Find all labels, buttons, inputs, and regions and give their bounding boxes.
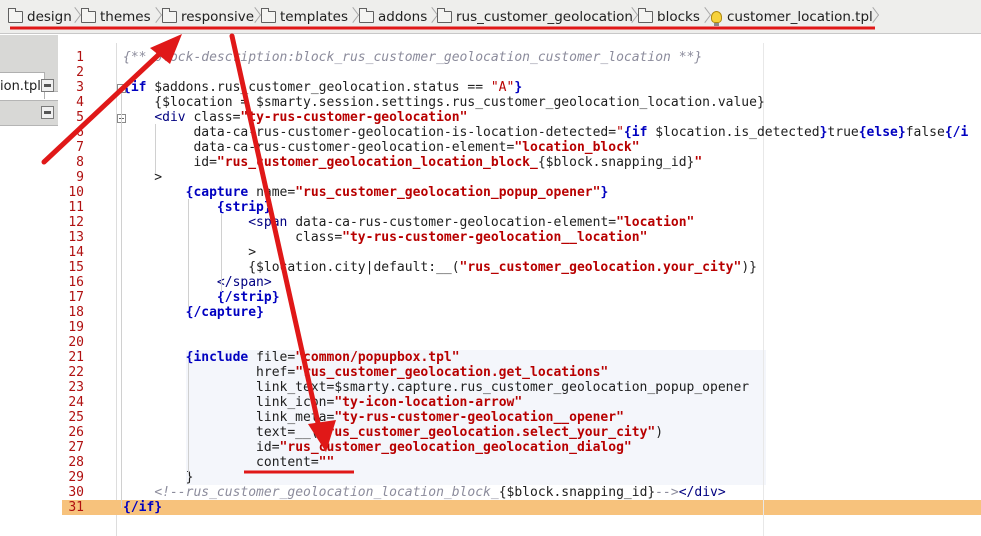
annotation-overlay (10, 26, 875, 474)
annotation-arrowhead (308, 420, 336, 452)
annotation-arrow (41, 41, 173, 165)
annotation-arrow (229, 33, 323, 435)
